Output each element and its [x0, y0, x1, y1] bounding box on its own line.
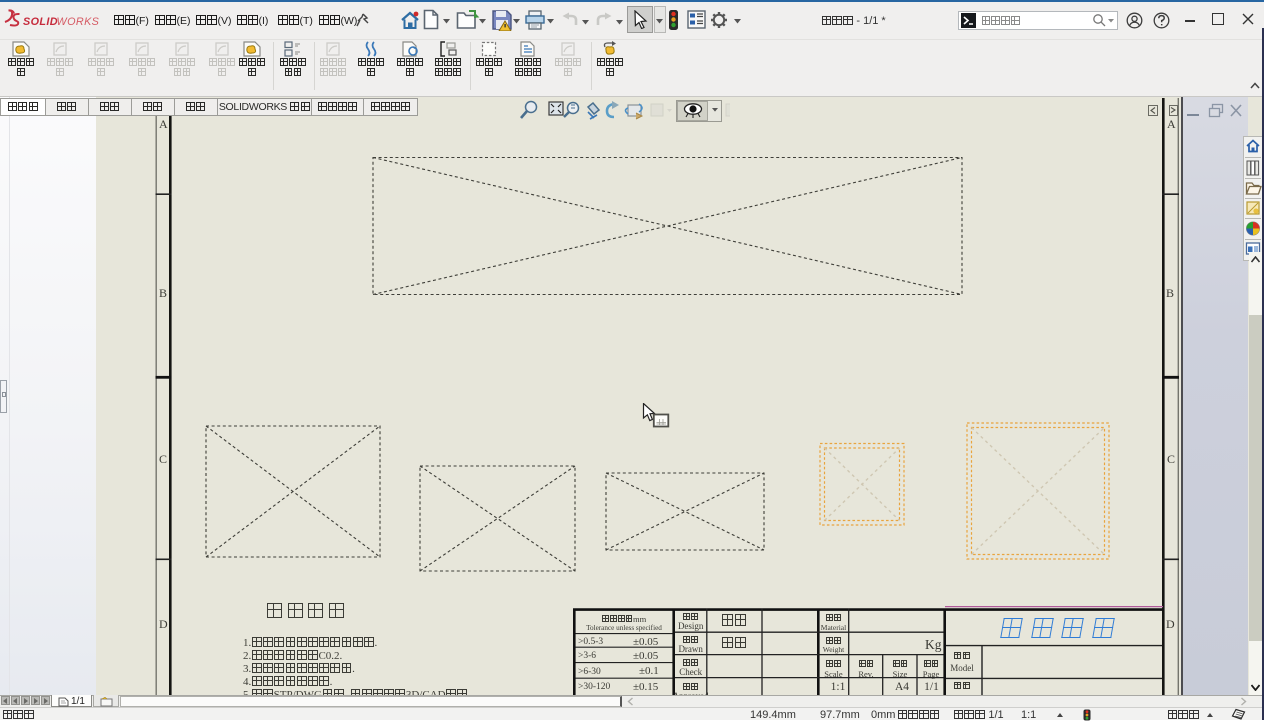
svg-text:SOLID: SOLID [23, 16, 58, 28]
svg-text:WORKS: WORKS [57, 16, 100, 28]
